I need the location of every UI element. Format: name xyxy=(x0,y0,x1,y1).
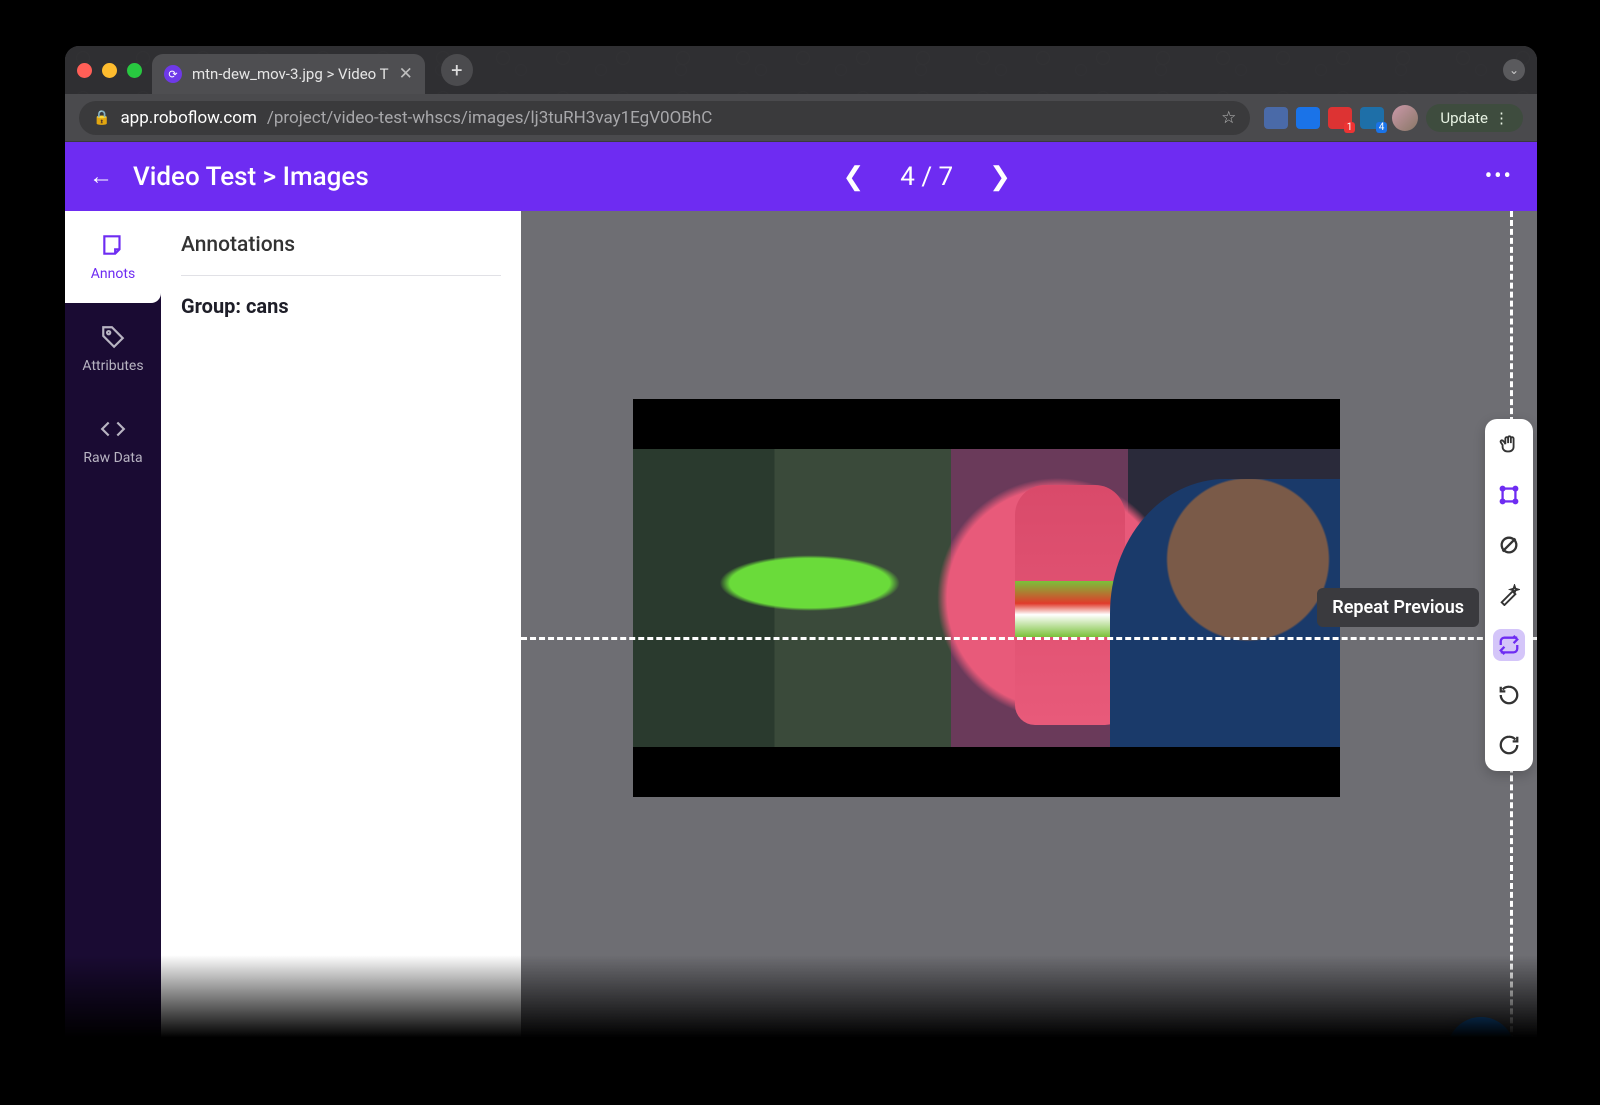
redo-button[interactable] xyxy=(1493,729,1525,761)
side-tab-label: Annots xyxy=(91,266,135,282)
browser-window: ⟳ mtn-dew_mov-3.jpg > Video T ✕ + ⌄ 🔒 ap… xyxy=(65,46,1537,1095)
image-object xyxy=(1015,485,1125,725)
magic-tool-button[interactable] xyxy=(1493,579,1525,611)
bookmark-icon[interactable]: ☆ xyxy=(1221,108,1236,128)
lock-icon: 🔒 xyxy=(93,110,110,126)
extensions: 1 4 Update ⋮ xyxy=(1264,104,1523,132)
page-total: 7 xyxy=(939,162,954,192)
url-bar: 🔒 app.roboflow.com/project/video-test-wh… xyxy=(65,94,1537,142)
extension-icon[interactable]: 1 xyxy=(1328,107,1352,129)
new-tab-button[interactable]: + xyxy=(441,54,473,86)
extension-badge: 1 xyxy=(1344,122,1356,133)
repeat-previous-button[interactable] xyxy=(1493,629,1525,661)
code-icon xyxy=(100,416,126,442)
close-window-button[interactable] xyxy=(77,63,92,78)
undo-button[interactable] xyxy=(1493,679,1525,711)
image-object xyxy=(1110,479,1340,748)
breadcrumb[interactable]: Video Test > Images xyxy=(133,162,369,192)
side-tab-label: Raw Data xyxy=(83,450,142,466)
extension-icon[interactable]: 4 xyxy=(1360,107,1384,129)
image-frame xyxy=(633,399,1340,797)
close-tab-icon[interactable]: ✕ xyxy=(399,64,413,84)
tag-icon xyxy=(100,324,126,350)
decorative-mask xyxy=(0,955,1600,1105)
minimize-window-button[interactable] xyxy=(102,63,117,78)
tooltip: Repeat Previous xyxy=(1317,588,1479,627)
bounding-box-icon xyxy=(1498,484,1520,506)
bbox-tool-button[interactable] xyxy=(1493,479,1525,511)
note-icon xyxy=(100,232,126,258)
hand-tool-button[interactable] xyxy=(1493,429,1525,461)
redo-icon xyxy=(1498,734,1520,756)
undo-icon xyxy=(1498,684,1520,706)
null-icon xyxy=(1498,534,1520,556)
next-image-button[interactable]: ❯ xyxy=(989,162,1011,192)
annotation-group[interactable]: Group: cans xyxy=(181,294,501,318)
favicon-icon: ⟳ xyxy=(164,65,182,83)
page-current: 4 xyxy=(900,162,915,192)
update-button[interactable]: Update ⋮ xyxy=(1426,104,1523,132)
browser-tab[interactable]: ⟳ mtn-dew_mov-3.jpg > Video T ✕ xyxy=(152,54,425,94)
page-indicator: 4 / 7 xyxy=(900,162,953,192)
guideline-horizontal xyxy=(521,637,1537,640)
side-tab-label: Attributes xyxy=(82,358,143,374)
extension-badge: 4 xyxy=(1376,122,1388,133)
repeat-icon xyxy=(1498,634,1520,656)
prev-image-button[interactable]: ❮ xyxy=(842,162,864,192)
tab-title: mtn-dew_mov-3.jpg > Video T xyxy=(192,65,389,83)
url-host: app.roboflow.com xyxy=(120,108,256,128)
magic-wand-icon xyxy=(1498,584,1520,606)
image-content xyxy=(633,449,1340,748)
tool-toolbar xyxy=(1485,419,1533,771)
side-tab-attributes[interactable]: Attributes xyxy=(65,303,161,395)
page-separator: / xyxy=(921,162,932,192)
app-header: ← Video Test > Images ❮ 4 / 7 ❯ ••• xyxy=(65,142,1537,211)
side-tab-annots[interactable]: Annots xyxy=(65,211,161,303)
pager: ❮ 4 / 7 ❯ xyxy=(842,162,1010,192)
more-menu-button[interactable]: ••• xyxy=(1485,164,1513,189)
address-bar[interactable]: 🔒 app.roboflow.com/project/video-test-wh… xyxy=(79,101,1250,135)
side-tab-raw-data[interactable]: Raw Data xyxy=(65,395,161,487)
back-button[interactable]: ← xyxy=(89,162,113,191)
extension-icon[interactable] xyxy=(1264,107,1288,129)
extension-icon[interactable] xyxy=(1296,107,1320,129)
maximize-window-button[interactable] xyxy=(127,63,142,78)
tabs-menu-button[interactable]: ⌄ xyxy=(1503,59,1525,81)
window-controls xyxy=(77,63,142,78)
profile-avatar[interactable] xyxy=(1392,105,1418,131)
panel-title: Annotations xyxy=(181,233,501,276)
tab-strip: ⟳ mtn-dew_mov-3.jpg > Video T ✕ + ⌄ xyxy=(65,46,1537,94)
null-tool-button[interactable] xyxy=(1493,529,1525,561)
update-label: Update xyxy=(1440,109,1488,127)
hand-icon xyxy=(1498,434,1520,456)
menu-dots-icon: ⋮ xyxy=(1494,109,1509,127)
url-path: /project/video-test-whscs/images/lj3tuRH… xyxy=(267,108,712,128)
